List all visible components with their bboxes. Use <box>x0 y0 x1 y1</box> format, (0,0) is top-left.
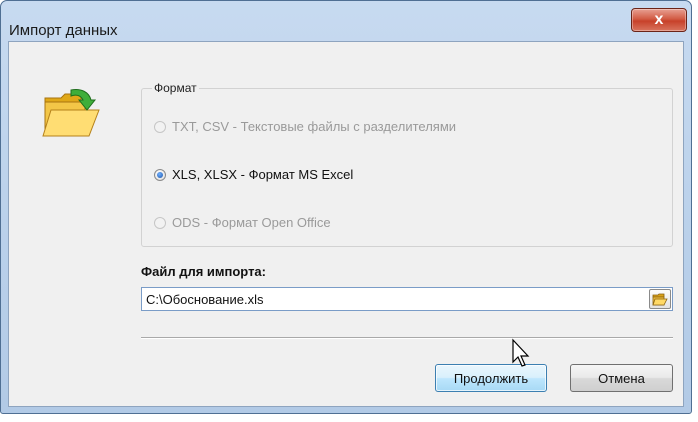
folder-import-icon <box>42 89 100 137</box>
radio-button-xls-xlsx[interactable] <box>154 168 166 181</box>
close-icon: x <box>654 11 664 28</box>
open-folder-icon <box>652 293 668 306</box>
close-button[interactable]: x <box>631 8 687 32</box>
radio-option-ods[interactable]: ODS - Формат Open Office <box>154 215 331 230</box>
format-group: Формат TXT, CSV - Текстовые файлы с разд… <box>141 81 673 247</box>
format-legend: Формат <box>154 81 197 95</box>
file-label: Файл для импорта: <box>141 264 266 279</box>
separator-line <box>141 337 673 339</box>
radio-option-txt-csv[interactable]: TXT, CSV - Текстовые файлы с разделителя… <box>154 119 456 134</box>
radio-label-txt-csv: TXT, CSV - Текстовые файлы с разделителя… <box>172 119 457 134</box>
cancel-button[interactable]: Отмена <box>570 364 673 392</box>
window-title: Импорт данных <box>9 22 118 39</box>
radio-label-xls-xlsx: XLS, XLSX - Формат MS Excel <box>172 167 354 182</box>
import-dialog-window: Импорт данных x Формат TXT, CSV - Тексто… <box>0 0 692 414</box>
continue-button[interactable]: Продолжить <box>435 364 547 392</box>
mouse-pointer-icon <box>512 338 530 367</box>
radio-button-ods[interactable] <box>154 216 166 229</box>
radio-option-xls-xlsx[interactable]: XLS, XLSX - Формат MS Excel <box>154 167 353 182</box>
radio-button-txt-csv[interactable] <box>154 120 166 133</box>
file-path-input[interactable] <box>141 287 673 311</box>
radio-label-ods: ODS - Формат Open Office <box>172 215 331 230</box>
browse-button[interactable] <box>649 289 671 309</box>
dialog-client-area: Формат TXT, CSV - Текстовые файлы с разд… <box>8 41 684 407</box>
title-bar[interactable]: Импорт данных x <box>1 1 691 39</box>
